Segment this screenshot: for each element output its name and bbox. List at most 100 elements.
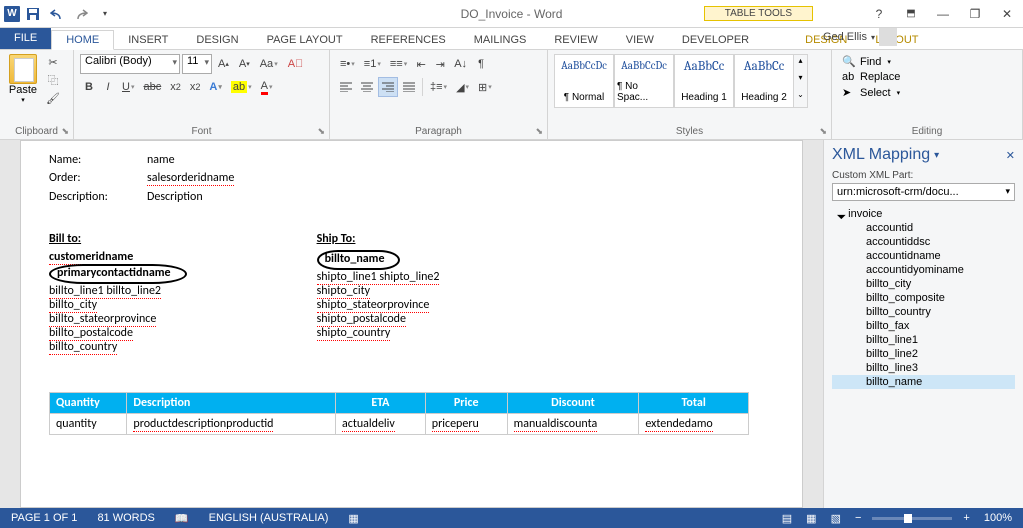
xml-pane-close-icon[interactable]: ✕ xyxy=(1006,149,1015,162)
tab-mailings[interactable]: MAILINGS xyxy=(460,31,541,49)
status-proof-icon[interactable]: 📖 xyxy=(172,512,192,525)
line-spacing-icon[interactable]: ‡≡ xyxy=(426,77,451,97)
xml-mapping-pane: XML Mapping ▾ ✕ Custom XML Part: urn:mic… xyxy=(823,140,1023,508)
borders-icon[interactable]: ⊞ xyxy=(474,77,496,97)
font-size-combo[interactable]: 11 xyxy=(182,54,212,74)
tree-item-selected[interactable]: billto_name xyxy=(832,375,1015,389)
tab-references[interactable]: REFERENCES xyxy=(357,31,460,49)
minimize-icon[interactable]: — xyxy=(927,3,959,25)
styles-gallery-scroll[interactable]: ▴▾⌄ xyxy=(794,54,808,108)
xml-tree[interactable]: invoice accountid accountiddsc accountid… xyxy=(832,207,1015,502)
show-marks-icon[interactable]: ¶ xyxy=(472,54,490,74)
tree-item[interactable]: accountidyominame xyxy=(832,263,1015,277)
paste-button[interactable]: Paste ▾ xyxy=(6,54,40,104)
tree-item[interactable]: billto_line1 xyxy=(832,333,1015,347)
tree-item[interactable]: accountiddsc xyxy=(832,235,1015,249)
tab-home[interactable]: HOME xyxy=(51,30,114,50)
close-icon[interactable]: ✕ xyxy=(991,3,1023,25)
paragraph-launcher-icon[interactable]: ⬊ xyxy=(535,126,543,137)
style-no-spacing[interactable]: AaBbCcDc¶ No Spac... xyxy=(614,54,674,108)
document-area[interactable]: Name:name Order:salesorderidname Descrip… xyxy=(0,140,823,508)
align-center-icon[interactable] xyxy=(357,77,377,97)
cut-icon[interactable]: ✂ xyxy=(44,54,62,70)
align-left-icon[interactable] xyxy=(336,77,356,97)
format-painter-icon[interactable]: 🖌 xyxy=(44,90,62,106)
strikethrough-button[interactable]: abc xyxy=(139,77,165,97)
zoom-out-icon[interactable]: − xyxy=(852,512,864,524)
bold-button[interactable]: B xyxy=(80,77,98,97)
clipboard-launcher-icon[interactable]: ⬊ xyxy=(61,126,69,137)
tree-item[interactable]: billto_fax xyxy=(832,319,1015,333)
view-print-icon[interactable]: ▦ xyxy=(803,512,819,525)
zoom-slider[interactable] xyxy=(872,517,952,520)
help-icon[interactable]: ? xyxy=(863,3,895,25)
tree-item[interactable]: billto_country xyxy=(832,305,1015,319)
highlight-color-icon[interactable]: ab xyxy=(227,77,256,97)
tree-item[interactable]: billto_city xyxy=(832,277,1015,291)
tree-item[interactable]: billto_composite xyxy=(832,291,1015,305)
shading-icon[interactable]: ◢ xyxy=(452,77,473,97)
user-avatar[interactable] xyxy=(879,28,897,46)
change-case-icon[interactable]: Aa xyxy=(256,54,282,74)
bullets-icon[interactable]: ≡• xyxy=(336,54,359,74)
tree-item[interactable]: billto_line2 xyxy=(832,347,1015,361)
tab-design[interactable]: DESIGN xyxy=(182,31,252,49)
user-name[interactable]: Ged Ellis xyxy=(823,31,867,43)
redo-icon[interactable] xyxy=(70,3,92,25)
view-web-icon[interactable]: ▧ xyxy=(828,512,844,525)
xml-part-combo[interactable]: urn:microsoft-crm/docu... xyxy=(832,183,1015,201)
tree-root[interactable]: invoice xyxy=(832,207,1015,221)
qat-customize-icon[interactable]: ▾ xyxy=(94,3,116,25)
zoom-in-icon[interactable]: + xyxy=(960,512,972,524)
status-macro-icon[interactable]: ▦ xyxy=(345,512,361,525)
text-effects-icon[interactable]: A xyxy=(205,77,225,97)
tree-item[interactable]: billto_line3 xyxy=(832,361,1015,375)
decrease-indent-icon[interactable]: ⇤ xyxy=(412,54,430,74)
status-words[interactable]: 81 WORDS xyxy=(94,512,157,524)
save-icon[interactable] xyxy=(22,3,44,25)
grow-font-icon[interactable]: A▴ xyxy=(214,54,233,74)
style-heading1[interactable]: AaBbCcHeading 1 xyxy=(674,54,734,108)
tab-file[interactable]: FILE xyxy=(0,27,51,49)
status-language[interactable]: ENGLISH (AUSTRALIA) xyxy=(206,512,332,524)
italic-button[interactable]: I xyxy=(99,77,117,97)
superscript-button[interactable]: x2 xyxy=(186,77,205,97)
tab-insert[interactable]: INSERT xyxy=(114,31,182,49)
font-launcher-icon[interactable]: ⬊ xyxy=(317,126,325,137)
tab-view[interactable]: VIEW xyxy=(612,31,668,49)
font-color-icon[interactable]: A xyxy=(257,77,277,97)
subscript-button[interactable]: x2 xyxy=(166,77,185,97)
restore-icon[interactable]: ❐ xyxy=(959,3,991,25)
underline-button[interactable]: U xyxy=(118,77,138,97)
xml-pane-menu-icon[interactable]: ▾ xyxy=(934,150,939,161)
undo-icon[interactable] xyxy=(46,3,68,25)
tab-developer[interactable]: DEVELOPER xyxy=(668,31,763,49)
style-heading2[interactable]: AaBbCcHeading 2 xyxy=(734,54,794,108)
tab-page-layout[interactable]: PAGE LAYOUT xyxy=(253,31,357,49)
view-read-icon[interactable]: ▤ xyxy=(779,512,795,525)
status-page[interactable]: PAGE 1 OF 1 xyxy=(8,512,80,524)
ribbon-options-icon[interactable]: ⬒ xyxy=(895,3,927,25)
tree-item[interactable]: accountidname xyxy=(832,249,1015,263)
increase-indent-icon[interactable]: ⇥ xyxy=(431,54,449,74)
select-button[interactable]: ➤Select▾ xyxy=(838,85,1016,100)
shrink-font-icon[interactable]: A▾ xyxy=(235,54,254,74)
tree-item[interactable]: accountid xyxy=(832,221,1015,235)
font-family-combo[interactable]: Calibri (Body) xyxy=(80,54,180,74)
align-right-icon[interactable] xyxy=(378,77,398,97)
table-row[interactable]: quantity productdescriptionproductid act… xyxy=(50,414,749,435)
style-normal[interactable]: AaBbCcDc¶ Normal xyxy=(554,54,614,108)
numbering-icon[interactable]: ≡1 xyxy=(360,54,385,74)
multilevel-list-icon[interactable]: ≡≡ xyxy=(386,54,411,74)
styles-launcher-icon[interactable]: ⬊ xyxy=(819,126,827,137)
doc-label-order: Order: xyxy=(49,171,129,186)
justify-icon[interactable] xyxy=(399,77,419,97)
invoice-table[interactable]: Quantity Description ETA Price Discount … xyxy=(49,392,749,435)
find-button[interactable]: 🔍Find▾ xyxy=(838,54,1016,69)
zoom-level[interactable]: 100% xyxy=(981,512,1015,524)
copy-icon[interactable]: ⿻ xyxy=(44,72,62,88)
sort-icon[interactable]: A↓ xyxy=(450,54,471,74)
clear-formatting-icon[interactable]: A⃠ xyxy=(284,54,308,74)
replace-button[interactable]: abReplace xyxy=(838,70,1016,84)
tab-review[interactable]: REVIEW xyxy=(540,31,611,49)
